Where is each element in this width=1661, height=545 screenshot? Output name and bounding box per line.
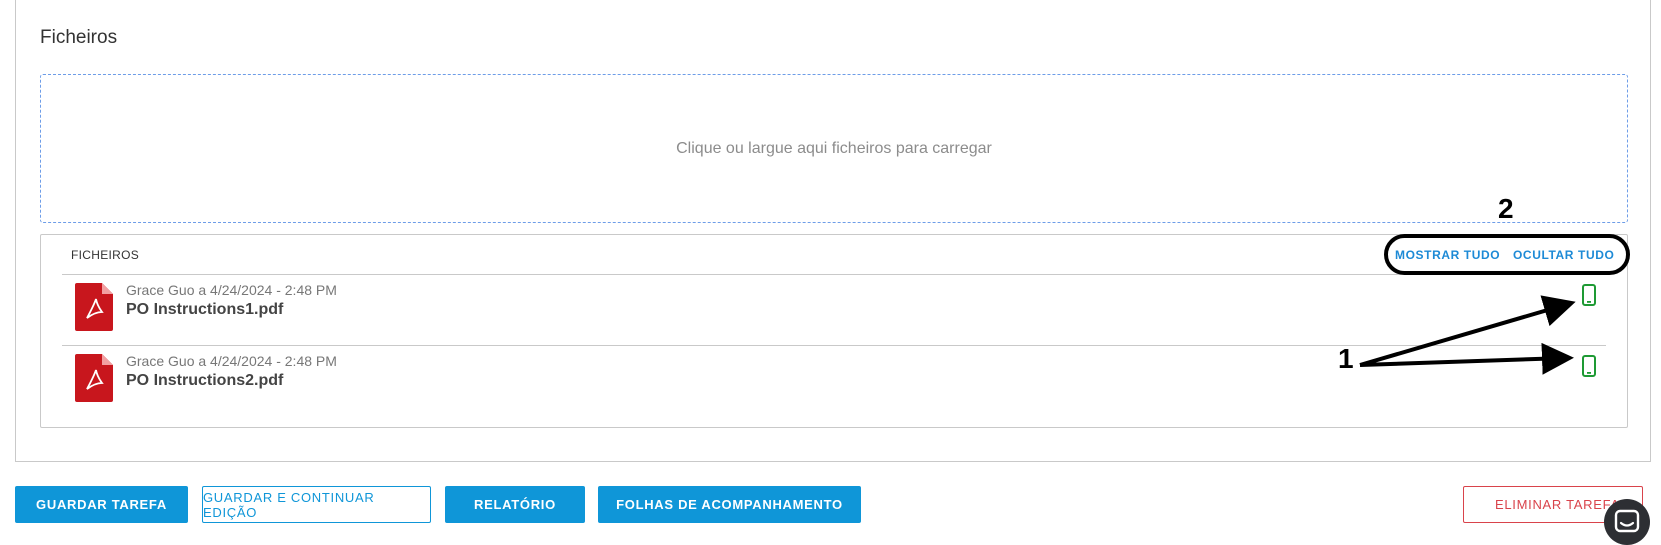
annotation-arrow	[1359, 342, 1574, 375]
report-button[interactable]: RELATÓRIO	[445, 486, 585, 523]
annotation-arrows	[1359, 295, 1576, 375]
chat-icon	[1614, 509, 1640, 533]
timesheets-button[interactable]: FOLHAS DE ACOMPANHAMENTO	[598, 486, 861, 523]
save-continue-button[interactable]: GUARDAR E CONTINUAR EDIÇÃO	[202, 486, 431, 523]
chat-launcher-button[interactable]	[1604, 499, 1650, 545]
save-task-button[interactable]: GUARDAR TAREFA	[15, 486, 188, 523]
annotation-arrow	[1359, 295, 1576, 367]
